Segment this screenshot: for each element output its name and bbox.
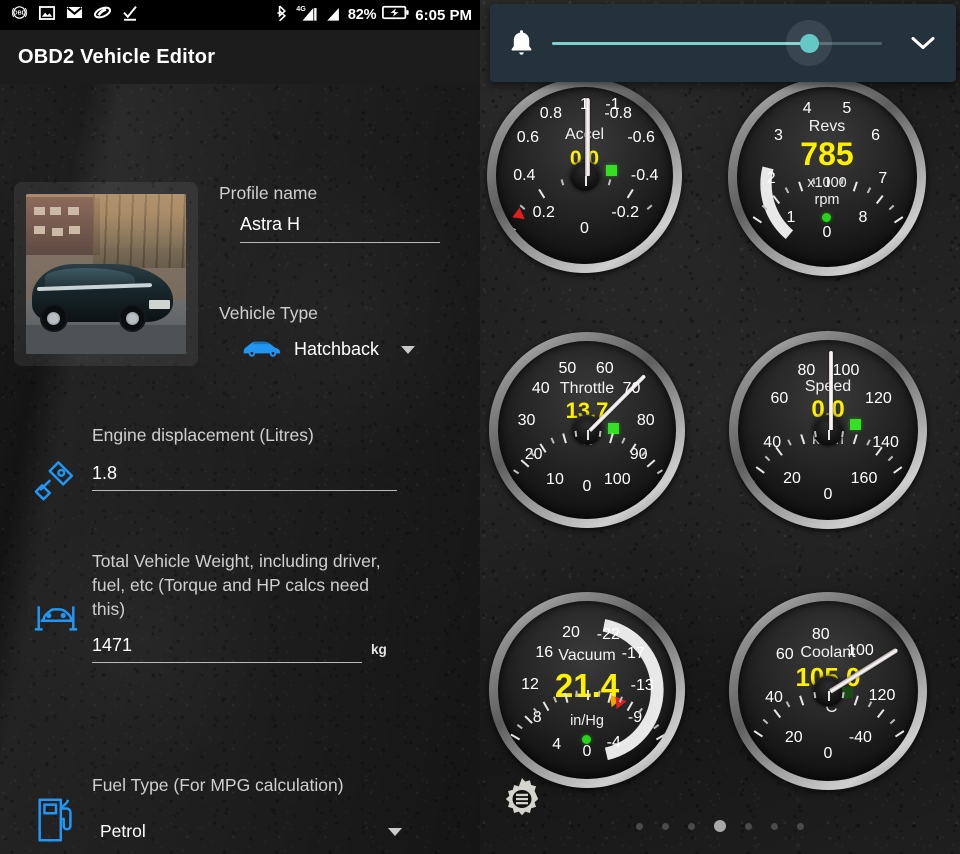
page-dot[interactable] [745, 822, 752, 830]
engine-displacement-value: 1.8 [92, 463, 118, 483]
status-bar: OBD 4G 82% 6:05 PM [0, 0, 480, 30]
piston-icon [20, 424, 92, 506]
gauge-revs[interactable]: Revs 785 x1000rpm 0 1 2 3 4 5 6 7 8 [728, 78, 926, 276]
chevron-down-icon[interactable] [890, 33, 956, 53]
gauge-tick [829, 780, 918, 781]
page-dot[interactable] [636, 822, 643, 830]
network-type-label: 4G [296, 4, 306, 13]
app-swirl-icon [93, 3, 112, 27]
battery-percent-label: 82% [347, 7, 377, 23]
app-bar: OBD2 Vehicle Editor [0, 30, 480, 84]
page-dot[interactable] [662, 822, 669, 830]
image-icon [38, 4, 56, 27]
fuel-type-label: Fuel Type (For MPG calculation) [92, 775, 344, 795]
gauge-tick [588, 516, 676, 519]
status-indicator [608, 422, 620, 434]
status-indicator [849, 419, 861, 431]
vehicle-weight-unit: kg [371, 642, 387, 657]
gauge-dial: Accel 0,0 1 0.8 0.6 0.4 0.2 0 -0.2 -0.4 … [496, 87, 673, 264]
vehicle-type-select[interactable]: Hatchback [240, 336, 416, 363]
bell-icon[interactable] [490, 28, 552, 58]
gauge-throttle[interactable]: Throttle 13.7 % 0 10 20 30 40 50 60 70 8… [489, 332, 685, 528]
vehicle-photo [26, 194, 186, 354]
obd-icon: OBD [10, 3, 29, 27]
slider-thumb[interactable] [799, 33, 819, 53]
status-bar-system-icons: 4G 82% 6:05 PM [275, 4, 480, 27]
gauge-tick [829, 519, 918, 520]
car-lift-icon [20, 549, 92, 663]
page-dot[interactable] [771, 822, 778, 830]
car-hatchback-icon [240, 336, 284, 363]
profile-name-label: Profile name [219, 183, 318, 203]
engine-displacement-label: Engine displacement (Litres) [92, 425, 314, 445]
gauge-title: Vacuum [558, 647, 616, 665]
fuel-type-value: Petrol [100, 821, 146, 841]
bluetooth-icon [275, 4, 289, 27]
vehicle-weight-field: Total Vehicle Weight, including driver, … [20, 549, 460, 663]
gauge-tick [739, 519, 829, 520]
profile-name-input[interactable]: Astra H [240, 214, 440, 243]
vehicle-weight-input[interactable]: 1471 [92, 635, 362, 663]
input-underline [240, 242, 440, 243]
signal-icon [325, 4, 342, 27]
input-underline [92, 490, 397, 491]
gauge-tick [828, 708, 885, 781]
caret-down-icon[interactable] [401, 345, 416, 354]
vehicle-type-value: Hatchback [294, 339, 380, 359]
gauge-accel[interactable]: Accel 0,0 1 0.8 0.6 0.4 0.2 0 -0.2 -0.4 … [487, 78, 682, 273]
gauge-value: 785 [800, 135, 854, 172]
gauge-dial: Speed 0,0 km/h 0 20 40 60 80 100 120 140… [738, 340, 918, 520]
gauge-dashboard: Accel 0,0 1 0.8 0.6 0.4 0.2 0 -0.2 -0.4 … [480, 0, 960, 854]
volume-overlay [490, 4, 956, 82]
fuel-pump-icon [20, 774, 92, 846]
status-bar-notification-icons: OBD [0, 3, 139, 27]
vehicle-weight-input-row: 1471 kg [92, 635, 460, 663]
gauge-dial: Revs 785 x1000rpm 0 1 2 3 4 5 6 7 8 [737, 87, 917, 267]
vehicle-weight-label: Total Vehicle Weight, including driver, … [92, 551, 381, 619]
signal-4g-icon: 4G [295, 4, 319, 27]
status-bar-clock: 6:05 PM [415, 6, 472, 24]
gauge-title: Throttle [559, 380, 615, 398]
fuel-type-field: Fuel Type (For MPG calculation) Petrol [20, 774, 460, 846]
page-dot-active[interactable] [714, 820, 726, 832]
vehicle-type-label: Vehicle Type [219, 303, 318, 323]
svg-text:OBD: OBD [13, 11, 26, 17]
gauge-dial: Throttle 13.7 % 0 10 20 30 40 50 60 70 8… [498, 341, 676, 519]
page-dot[interactable] [688, 822, 695, 830]
gauge-tick [828, 266, 917, 267]
vehicle-weight-value: 1471 [92, 635, 133, 655]
gauge-dial: Vacuum 21.4 in/Hg 0 4 8 12 16 20 -22 -17… [498, 601, 676, 779]
battery-charging-icon [382, 5, 409, 25]
volume-slider[interactable] [552, 20, 882, 66]
profile-name-value: Astra H [240, 214, 301, 234]
gauge-speed[interactable]: Speed 0,0 km/h 0 20 40 60 80 100 120 140… [729, 331, 927, 529]
caret-down-icon[interactable] [388, 827, 402, 836]
mail-icon [65, 3, 84, 27]
gauge-dial: Coolant 105.0 °C 0 20 40 60 80 100 120 -… [738, 601, 918, 781]
engine-displacement-input[interactable]: 1.8 [92, 463, 397, 491]
page-title: OBD2 Vehicle Editor [18, 45, 216, 68]
gauge-title: Revs [808, 117, 846, 135]
gauge-tick [584, 175, 587, 265]
page-indicator-dots[interactable] [480, 820, 960, 832]
vehicle-photo-button[interactable] [14, 182, 198, 366]
vehicle-form: Profile name Astra H Vehicle Type Hatchb… [0, 84, 480, 854]
gauge-coolant[interactable]: Coolant 105.0 °C 0 20 40 60 80 100 120 -… [729, 592, 927, 790]
vehicle-editor-panel: OBD2 Vehicle Editor Profile name Astra H… [0, 30, 480, 854]
gauge-needle [828, 350, 833, 430]
checkmark-icon [121, 4, 139, 27]
page-dot[interactable] [797, 822, 804, 830]
status-indicator [605, 164, 617, 176]
input-underline [92, 662, 362, 663]
slider-fill [552, 42, 810, 45]
gauge-vacuum[interactable]: Vacuum 21.4 in/Hg 0 4 8 12 16 20 -22 -17… [489, 592, 685, 788]
engine-displacement-field: Engine displacement (Litres) 1.8 [20, 424, 450, 506]
fuel-type-select[interactable]: Petrol [92, 821, 402, 842]
